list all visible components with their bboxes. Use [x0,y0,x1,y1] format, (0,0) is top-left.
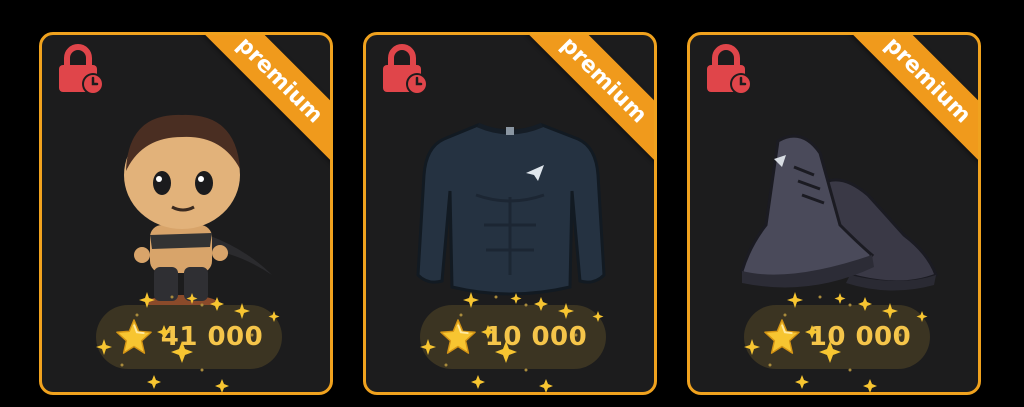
premium-card-shirt[interactable]: premium 10 000 [363,32,657,395]
price-amount: 10 000 [484,322,588,352]
star-icon [115,318,153,356]
star-icon [763,318,801,356]
price-amount: 10 000 [808,322,912,352]
price-amount: 41 000 [160,322,264,352]
premium-card-sneakers[interactable]: premium 10 000 [687,32,981,395]
price-button[interactable]: 41 000 [96,305,282,369]
lock-clock-icon [704,44,752,96]
premium-card-character[interactable]: premium 41 000 [39,32,333,395]
price-button[interactable]: 10 000 [420,305,606,369]
premium-items-row: premium 41 000 premium 10 000 premium 10… [0,0,1024,407]
lock-clock-icon [380,44,428,96]
price-button[interactable]: 10 000 [744,305,930,369]
lock-clock-icon [56,44,104,96]
star-icon [439,318,477,356]
